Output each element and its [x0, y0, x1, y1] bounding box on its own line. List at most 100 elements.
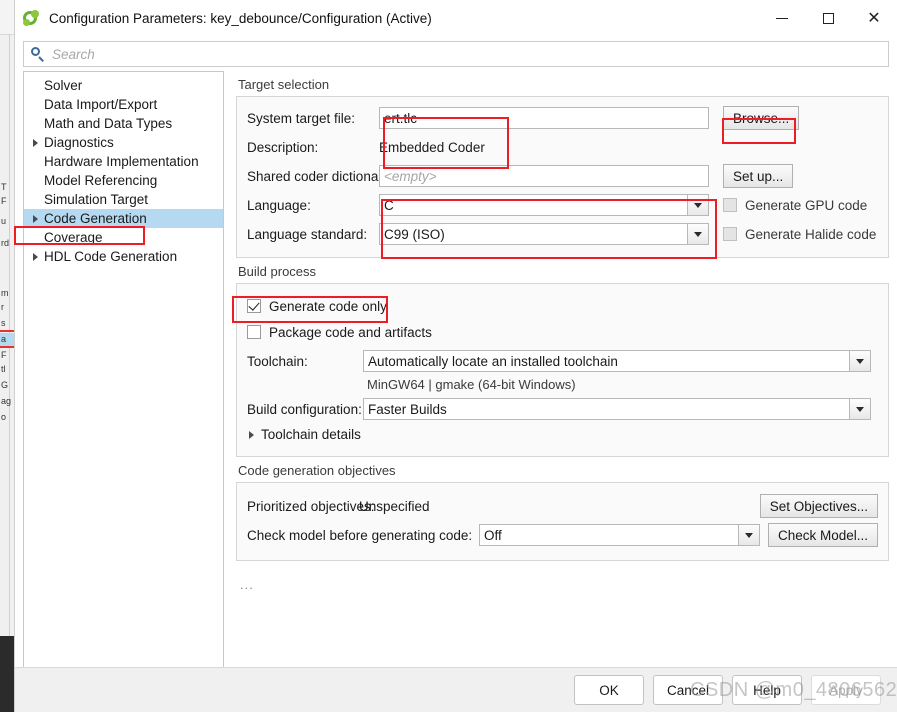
tree-item-model-referencing[interactable]: Model Referencing	[24, 171, 223, 190]
chevron-down-icon[interactable]	[849, 351, 870, 371]
tree-item-hardware-implementation[interactable]: Hardware Implementation	[24, 152, 223, 171]
system-target-file-input[interactable]: ert.tlc	[379, 107, 709, 129]
browse-button[interactable]: Browse...	[723, 106, 800, 130]
shared-coder-dictionary-row: Shared coder dictionary: <empty> Set up.…	[247, 163, 878, 189]
package-code-and-artifacts-checkbox[interactable]	[247, 325, 261, 339]
build-configuration-dropdown[interactable]: Faster Builds	[363, 398, 871, 420]
tree-item-label: Diagnostics	[44, 135, 114, 150]
category-tree[interactable]: Solver Data Import/Export Math and Data …	[23, 71, 224, 668]
language-dropdown[interactable]: C	[379, 194, 709, 216]
tree-item-label: Math and Data Types	[44, 116, 173, 131]
build-configuration-row: Build configuration: Faster Builds	[247, 396, 878, 422]
tree-item-label: Model Referencing	[44, 173, 158, 188]
background-window-strip: T F u rd m r s a F tl G ag o	[0, 0, 14, 712]
language-standard-value: C99 (ISO)	[384, 226, 445, 242]
check-model-dropdown[interactable]: Off	[479, 524, 760, 546]
tree-item-label: Solver	[44, 78, 83, 93]
apply-button[interactable]: Apply	[811, 675, 881, 705]
close-button[interactable]: ✕	[851, 0, 897, 37]
tree-item-label: Hardware Implementation	[44, 154, 199, 169]
search-input[interactable]: Search	[23, 41, 889, 67]
target-selection-title: Target selection	[238, 77, 330, 92]
build-process-group: Generate code only Package code and arti…	[236, 283, 889, 457]
cancel-button[interactable]: Cancel	[653, 675, 723, 705]
ok-button[interactable]: OK	[574, 675, 644, 705]
minimize-button[interactable]	[759, 0, 805, 37]
chevron-down-icon[interactable]	[849, 399, 870, 419]
chevron-down-icon[interactable]	[687, 224, 708, 244]
set-objectives-button[interactable]: Set Objectives...	[759, 494, 878, 518]
build-configuration-value: Faster Builds	[368, 401, 447, 417]
check-model-value: Off	[484, 527, 502, 543]
toolchain-details-expander[interactable]: Toolchain details	[247, 427, 878, 442]
dialog-window: Configuration Parameters: key_debounce/C…	[14, 0, 897, 712]
generate-gpu-code-label: Generate GPU code	[745, 197, 868, 213]
target-selection-group: System target file: ert.tlc Browse... De…	[236, 96, 889, 258]
chevron-right-icon[interactable]	[28, 214, 42, 223]
description-value: Embedded Coder	[379, 139, 485, 155]
toolchain-row: Toolchain: Automatically locate an insta…	[247, 348, 878, 374]
tree-item-solver[interactable]: Solver	[24, 76, 223, 95]
chevron-right-icon[interactable]	[28, 138, 42, 147]
tree-item-simulation-target[interactable]: Simulation Target	[24, 190, 223, 209]
dialog-footer: OK Cancel Help Apply	[15, 667, 897, 712]
code-generation-objectives-title: Code generation objectives	[238, 463, 396, 478]
tree-item-hdl-code-generation[interactable]: HDL Code Generation	[24, 247, 223, 266]
shared-coder-dictionary-input[interactable]: <empty>	[379, 165, 709, 187]
system-target-file-row: System target file: ert.tlc Browse...	[247, 105, 878, 131]
chevron-down-icon[interactable]	[737, 525, 759, 545]
package-code-and-artifacts-row[interactable]: Package code and artifacts	[247, 320, 878, 344]
generate-gpu-code-row[interactable]: Generate GPU code	[723, 193, 867, 217]
language-row: Language: C Generate GPU code	[247, 192, 878, 218]
generate-code-only-row[interactable]: Generate code only	[247, 294, 878, 318]
generate-halide-code-checkbox[interactable]	[723, 227, 737, 241]
generate-gpu-code-checkbox[interactable]	[723, 198, 737, 212]
code-generation-objectives-group: Prioritized objectives: Unspecified Set …	[236, 482, 889, 561]
check-model-row: Check model before generating code: Off …	[247, 522, 878, 548]
search-icon	[30, 46, 46, 62]
tree-item-math-and-data-types[interactable]: Math and Data Types	[24, 114, 223, 133]
help-button[interactable]: Help	[732, 675, 802, 705]
language-standard-dropdown[interactable]: C99 (ISO)	[379, 223, 709, 245]
toolchain-note: MinGW64 | gmake (64-bit Windows)	[367, 377, 576, 392]
description-label: Description:	[247, 139, 319, 155]
check-model-button[interactable]: Check Model...	[767, 523, 878, 547]
tree-item-label: HDL Code Generation	[44, 249, 178, 264]
configuration-parameters-window: T F u rd m r s a F tl G ag o Configurati…	[0, 0, 897, 712]
tree-item-label: Simulation Target	[44, 192, 149, 207]
chevron-right-icon[interactable]	[28, 252, 42, 261]
set-up-button[interactable]: Set up...	[723, 164, 794, 188]
build-process-title: Build process	[238, 264, 317, 279]
toolchain-value: Automatically locate an installed toolch…	[368, 353, 618, 369]
chevron-right-icon	[249, 430, 254, 439]
generate-code-only-checkbox[interactable]	[247, 299, 261, 313]
background-highlight-2	[0, 346, 14, 348]
check-model-label: Check model before generating code:	[247, 527, 473, 543]
language-standard-label: Language standard:	[247, 226, 368, 242]
simulink-icon	[22, 9, 40, 28]
tree-item-coverage[interactable]: Coverage	[24, 228, 223, 247]
toolchain-dropdown[interactable]: Automatically locate an installed toolch…	[363, 350, 871, 372]
language-value: C	[384, 197, 394, 213]
search-row: Search	[15, 37, 897, 71]
toolchain-details-label: Toolchain details	[261, 427, 361, 442]
search-placeholder: Search	[52, 46, 95, 62]
tree-item-code-generation[interactable]: Code Generation	[24, 209, 223, 228]
overflow-indicator: ...	[240, 577, 254, 592]
tree-item-label: Code Generation	[44, 211, 147, 226]
background-highlight	[0, 330, 14, 332]
maximize-button[interactable]	[805, 0, 851, 37]
generate-halide-code-row[interactable]: Generate Halide code	[723, 222, 876, 246]
title-bar: Configuration Parameters: key_debounce/C…	[15, 0, 897, 37]
prioritized-objectives-row: Prioritized objectives: Unspecified Set …	[247, 493, 878, 519]
tree-item-diagnostics[interactable]: Diagnostics	[24, 133, 223, 152]
build-configuration-label: Build configuration:	[247, 401, 362, 417]
background-toolbar	[0, 0, 14, 35]
window-controls: ✕	[759, 0, 897, 37]
tree-item-data-import-export[interactable]: Data Import/Export	[24, 95, 223, 114]
tree-item-label: Data Import/Export	[44, 97, 158, 112]
chevron-down-icon[interactable]	[687, 195, 708, 215]
description-row: Description: Embedded Coder	[247, 134, 878, 160]
language-label: Language:	[247, 197, 311, 213]
tree-item-label: Coverage	[44, 230, 103, 245]
